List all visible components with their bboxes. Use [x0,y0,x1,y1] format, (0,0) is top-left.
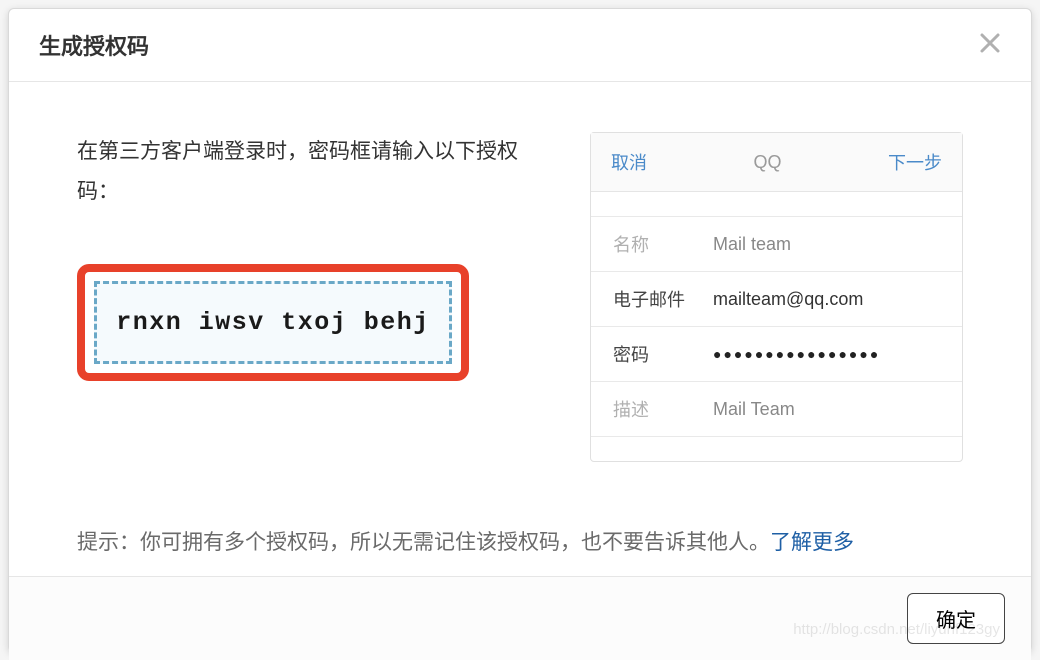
modal-header: 生成授权码 [9,9,1031,82]
phone-preview: 取消 QQ 下一步 名称 Mail team 电子邮件 mailteam@qq.… [590,132,963,462]
content-row: 在第三方客户端登录时，密码框请输入以下授权码： rnxn iwsv txoj b… [77,132,963,462]
field-desc-label: 描述 [613,396,713,422]
tip-prefix: 提示： [77,531,140,554]
auth-code-highlight: rnxn iwsv txoj behj [77,264,469,381]
authorization-modal: 生成授权码 在第三方客户端登录时，密码框请输入以下授权码： rnxn iwsv … [8,8,1032,652]
phone-nav-next[interactable]: 下一步 [888,149,942,175]
field-name-label: 名称 [613,231,713,257]
watermark-text: http://blog.csdn.net/liyunf123gy [793,621,1000,638]
field-desc-value: Mail Team [713,399,940,420]
phone-field-desc: 描述 Mail Team [591,381,962,437]
auth-code-value: rnxn iwsv txoj behj [116,308,430,337]
phone-fields: 名称 Mail team 电子邮件 mailteam@qq.com 密码 ●●●… [591,216,962,437]
modal-footer: 确定 [9,576,1031,660]
close-icon[interactable] [979,32,1001,58]
field-email-value: mailteam@qq.com [713,289,940,310]
tip-text: 你可拥有多个授权码，所以无需记住该授权码，也不要告诉其他人。 [140,531,770,554]
instruction-text: 在第三方客户端登录时，密码框请输入以下授权码： [77,132,525,212]
phone-nav: 取消 QQ 下一步 [591,133,962,192]
learn-more-link[interactable]: 了解更多 [770,531,854,554]
modal-body: 在第三方客户端登录时，密码框请输入以下授权码： rnxn iwsv txoj b… [9,82,1031,576]
tip-message: 提示：你可拥有多个授权码，所以无需记住该授权码，也不要告诉其他人。了解更多 [77,526,963,556]
phone-nav-cancel[interactable]: 取消 [611,149,647,175]
field-name-value: Mail team [713,234,940,255]
phone-field-password: 密码 ●●●●●●●●●●●●●●●● [591,326,962,381]
modal-title: 生成授权码 [39,29,149,61]
phone-field-name: 名称 Mail team [591,216,962,271]
phone-field-email: 电子邮件 mailteam@qq.com [591,271,962,326]
field-email-label: 电子邮件 [613,286,713,312]
auth-code-box: rnxn iwsv txoj behj [94,281,452,364]
left-column: 在第三方客户端登录时，密码框请输入以下授权码： rnxn iwsv txoj b… [77,132,525,381]
field-password-label: 密码 [613,341,713,367]
field-password-value: ●●●●●●●●●●●●●●●● [713,346,940,362]
phone-nav-title: QQ [753,152,781,173]
